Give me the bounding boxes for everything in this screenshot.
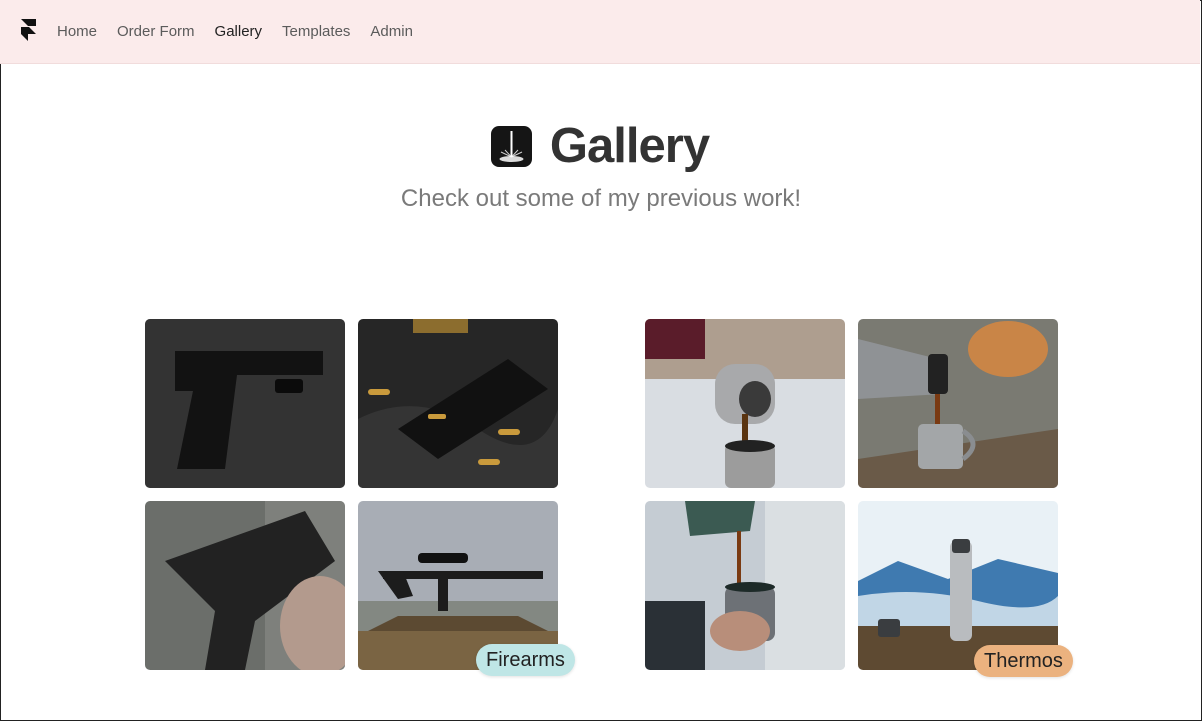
page-title: Gallery xyxy=(549,119,710,173)
nav-order-form[interactable]: Order Form xyxy=(117,23,195,40)
category-tag-firearms[interactable]: Firearms xyxy=(476,644,575,676)
nav-home[interactable]: Home xyxy=(57,23,97,40)
top-navbar: Home Order Form Gallery Templates Admin xyxy=(0,0,1200,64)
nav-admin[interactable]: Admin xyxy=(370,23,413,40)
nav-templates[interactable]: Templates xyxy=(282,23,350,40)
gallery-image-thermos-pour-campfire[interactable] xyxy=(858,319,1058,488)
laser-engraver-icon xyxy=(490,125,532,167)
gallery-image-pistol-on-mat[interactable] xyxy=(145,319,345,488)
page-header: Gallery xyxy=(0,118,1200,174)
category-tag-thermos[interactable]: Thermos xyxy=(974,645,1073,677)
gallery-image-pistol-in-hand[interactable] xyxy=(145,501,345,670)
main-nav: Home Order Form Gallery Templates Admin xyxy=(57,0,413,63)
framer-logo-icon[interactable] xyxy=(18,19,40,45)
gallery-image-thermos-pour-snow[interactable] xyxy=(645,319,845,488)
gallery-image-pistol-with-bullets[interactable] xyxy=(358,319,558,488)
nav-gallery[interactable]: Gallery xyxy=(215,23,263,40)
page-subtitle: Check out some of my previous work! xyxy=(400,185,802,212)
gallery-image-thermos-pour-mug[interactable] xyxy=(645,501,845,670)
